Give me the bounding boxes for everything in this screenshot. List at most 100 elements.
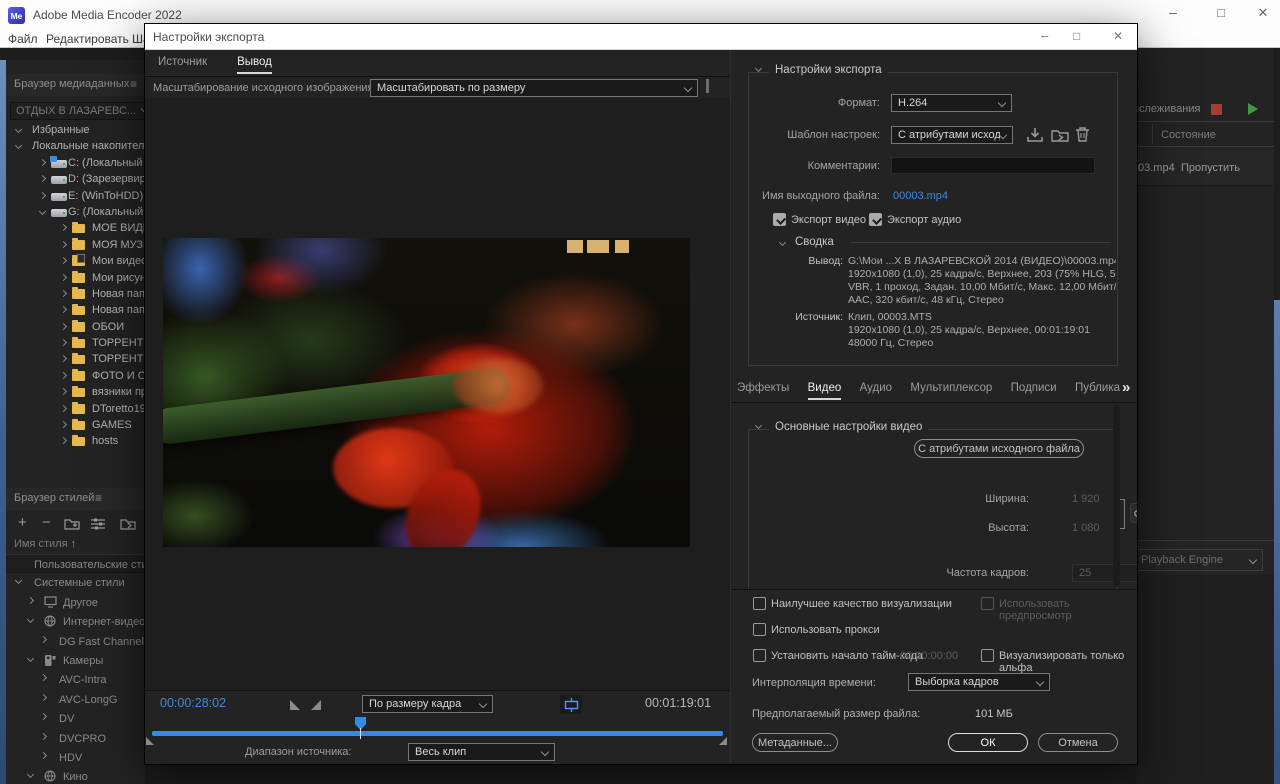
chevron-right-icon[interactable] [40,752,47,759]
import-preset-icon[interactable] [1051,128,1069,142]
chevron-right-icon[interactable] [39,175,46,182]
tree-item[interactable]: C: (Локальный д [6,155,145,171]
cancel-button[interactable]: Отмена [1038,733,1118,752]
minimize-icon[interactable]: – [1041,28,1048,43]
best-quality-checkbox[interactable] [753,597,766,610]
tree-item[interactable]: DToretto198 [6,401,145,417]
chevron-down-icon[interactable] [15,142,22,149]
settings-sliders-icon[interactable] [90,517,106,530]
chevron-right-icon[interactable] [60,257,67,264]
tree-item[interactable]: D: (Зарезервиро [6,171,145,187]
chevron-down-icon[interactable] [15,126,22,133]
style-browser-header[interactable]: Браузер стилей ≡ [6,488,145,510]
minimize-icon[interactable]: – [1158,4,1188,26]
link-dimensions-button[interactable] [1130,503,1137,523]
use-preview-checkbox[interactable] [981,597,994,610]
tree-item[interactable]: МОЕ ВИДЕО [6,220,145,236]
remove-icon[interactable]: − [42,514,51,531]
close-icon[interactable]: ✕ [1248,5,1278,27]
chevron-down-icon[interactable] [15,577,22,584]
range-end-marker[interactable] [719,737,727,745]
list-item[interactable]: Кино [6,767,145,784]
chevron-right-icon[interactable] [40,732,47,739]
tree-item[interactable]: ТОРРЕНТЫ [6,351,145,367]
list-item[interactable]: Системные стили [6,573,145,592]
time-interpolation-dropdown[interactable]: Выборка кадров [908,673,1050,691]
styles-band-row[interactable]: Пользовательские стили [6,554,145,573]
close-icon[interactable]: ✕ [1113,29,1123,43]
scaling-dropdown[interactable]: Масштабировать по размеру [370,79,698,97]
delete-preset-icon[interactable] [1075,126,1090,142]
tab-эффекты[interactable]: Эффекты [737,382,789,394]
chevron-down-icon[interactable] [39,208,46,215]
list-item[interactable]: Камеры [6,651,145,670]
tree-item[interactable]: Локальные накопители [6,138,145,154]
chevron-right-icon[interactable] [60,241,67,248]
chevron-right-icon[interactable] [39,159,46,166]
save-preset-icon[interactable] [1026,127,1044,143]
maximize-icon[interactable]: □ [1206,5,1236,27]
list-item[interactable]: Другое [6,593,145,612]
set-in-point-icon[interactable] [290,700,300,710]
fps-dropdown[interactable]: 25 [1072,564,1137,582]
chevron-right-icon[interactable] [40,674,47,681]
list-item[interactable]: Интернет-видео [6,612,145,631]
set-out-point-icon[interactable] [311,700,321,710]
tab-мультиплексор[interactable]: Мультиплексор [910,382,992,394]
chevron-right-icon[interactable] [40,713,47,720]
match-frame-button[interactable] [560,695,582,714]
list-item[interactable]: AVC-LongG [6,690,145,709]
tree-item[interactable]: G: (Локальный д [6,204,145,220]
list-item[interactable]: DV [6,709,145,728]
metadata-button[interactable]: Метаданные... [752,733,838,752]
playback-engine-dropdown[interactable]: Playback Engine [1137,549,1263,571]
chevron-right-icon[interactable] [39,192,46,199]
panel-menu-icon[interactable]: ≡ [95,491,102,505]
tab-overflow-icon[interactable]: » [1122,379,1130,396]
current-timecode[interactable]: 00:00:28:02 [160,696,226,710]
tree-item[interactable]: вязники при [6,384,145,400]
list-item[interactable]: DG Fast Channel [6,632,145,651]
chevron-down-icon[interactable] [27,616,34,623]
list-item[interactable]: HDV [6,748,145,767]
style-column-header[interactable]: Имя стиля ↑ [14,538,76,550]
chevron-right-icon[interactable] [60,224,67,231]
chevron-right-icon[interactable] [60,405,67,412]
menu-edit[interactable]: Редактировать [46,32,129,46]
menu-file[interactable]: Файл [8,32,38,46]
tree-item[interactable]: ФОТО И ОБ [6,368,145,384]
tree-item[interactable]: Мои видеоз [6,253,145,269]
chevron-down-icon[interactable] [755,422,762,429]
chevron-right-icon[interactable] [60,323,67,330]
export-video-checkbox[interactable] [773,213,786,226]
tab-видео[interactable]: Видео [808,382,842,394]
match-source-button[interactable]: С атрибутами исходного файла [914,439,1084,458]
list-item[interactable]: DVCPRO [6,729,145,748]
tab-output[interactable]: Вывод [237,56,272,68]
chevron-right-icon[interactable] [60,290,67,297]
media-browser-header[interactable]: Браузер медиаданных ≡ [6,74,145,96]
preset-dropdown[interactable]: С атрибутами исход... [891,126,1013,144]
set-start-timecode-checkbox[interactable] [753,649,766,662]
add-icon[interactable]: + [18,514,27,531]
source-range-dropdown[interactable]: Весь клип [408,743,555,761]
tree-item[interactable]: E: (WinToHDD) [6,188,145,204]
duplicate-folder-icon[interactable] [120,517,136,530]
chevron-right-icon[interactable] [60,273,67,280]
chevron-right-icon[interactable] [60,355,67,362]
chevron-right-icon[interactable] [40,694,47,701]
tree-item[interactable]: Новая папк [6,286,145,302]
tree-item[interactable]: hosts [6,433,145,449]
panel-menu-icon[interactable]: ≡ [130,77,137,91]
tab-подписи[interactable]: Подписи [1011,382,1057,394]
settings-scrollbar[interactable] [1113,405,1120,587]
zoom-level-dropdown[interactable]: По размеру кадра [362,695,493,713]
stop-icon[interactable] [1211,104,1222,115]
tree-item[interactable]: GAMES [6,417,145,433]
preview-scrollbar[interactable] [706,79,709,93]
maximize-icon[interactable]: □ [1073,29,1080,43]
new-folder-icon[interactable] [64,517,80,530]
chevron-right-icon[interactable] [60,421,67,428]
chevron-right-icon[interactable] [40,636,47,643]
chevron-down-icon[interactable] [27,655,34,662]
